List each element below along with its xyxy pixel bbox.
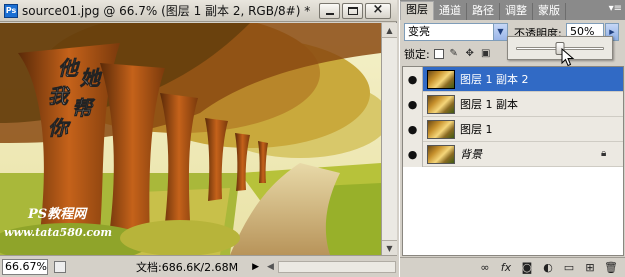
layer-row[interactable]: ● 图层 1 副本 (403, 91, 623, 117)
minimize-icon (326, 13, 334, 15)
link-icon[interactable]: ∞ (476, 260, 494, 276)
layer-row[interactable]: ● 图层 1 副本 2 (403, 66, 623, 92)
tab-layers[interactable]: 图层 (400, 1, 434, 20)
layer-thumbnail (427, 69, 455, 89)
maximize-icon (348, 7, 358, 15)
calligraphy-char: 我 (48, 84, 71, 108)
image-canvas[interactable]: 他 她 我 帮 你 PS教程网 www.tata580.com (0, 23, 381, 255)
eye-icon[interactable]: ● (403, 66, 423, 92)
zoom-level-field[interactable]: 66.67% (2, 258, 48, 275)
tab-channels[interactable]: 通道 (434, 3, 467, 20)
scroll-up-icon[interactable]: ▲ (382, 23, 397, 38)
calligraphy-char: 他 (58, 56, 81, 80)
calligraphy-char: 你 (48, 116, 71, 140)
lock-all-icon[interactable]: ▣ (480, 48, 492, 60)
blend-mode-select[interactable]: 变亮 ▼ (404, 23, 508, 41)
maximize-button[interactable] (342, 3, 363, 19)
close-button[interactable]: × (365, 2, 391, 19)
panel-menu-icon[interactable]: ▾≡ (609, 3, 622, 14)
lock-brush-icon[interactable]: ✎ (448, 48, 460, 60)
new-layer-icon[interactable]: ⊞ (581, 260, 599, 276)
group-icon[interactable]: ▭ (560, 260, 578, 276)
opacity-slider-popup (507, 36, 613, 60)
document-title-bar[interactable]: Ps source01.jpg @ 66.7% (图层 1 副本 2, RGB/… (0, 0, 397, 22)
layer-name: 图层 1 副本 2 (460, 73, 529, 86)
eye-icon[interactable]: ● (403, 91, 423, 117)
eye-icon[interactable]: ● (403, 141, 423, 167)
document-title: source01.jpg @ 66.7% (图层 1 副本 2, RGB/8#)… (22, 4, 311, 18)
lock-icon: 🔒︎ (601, 148, 607, 159)
lock-transparency-icon[interactable] (433, 49, 444, 59)
lock-move-icon[interactable]: ✥ (464, 48, 476, 60)
layer-thumbnail (427, 119, 455, 139)
calligraphy-char: 她 (80, 66, 103, 90)
watermark-title: PS教程网 (27, 206, 88, 222)
photoshop-logo-icon: Ps (4, 3, 18, 18)
layer-name: 图层 1 (460, 123, 493, 136)
close-icon: × (372, 2, 384, 17)
blend-mode-value: 变亮 (408, 25, 430, 38)
chevron-down-icon[interactable]: ▼ (493, 24, 507, 40)
minimize-button[interactable] (319, 3, 340, 19)
layer-row[interactable]: ● 图层 1 (403, 116, 623, 142)
panel-footer: ∞ fx ◙ ◐ ▭ ⊞ 🗑︎ (400, 257, 625, 277)
vertical-scrollbar[interactable]: ▲ ▼ (381, 23, 397, 255)
layers-list: ● 图层 1 副本 2 ● 图层 1 副本 ● 图层 1 ● 背景 🔒︎ (402, 66, 624, 256)
status-bar: 66.67% 文档:686.6K/2.68M ▶ ◀ (0, 255, 397, 277)
panel-tab-bar: 图层 通道 路径 调整 蒙版 ▾≡ (400, 0, 625, 20)
tab-paths[interactable]: 路径 (467, 3, 500, 20)
layer-name: 图层 1 副本 (460, 98, 518, 111)
layer-thumbnail (427, 144, 455, 164)
status-info-icon[interactable] (54, 260, 66, 273)
tree-lined-path-photo: 他 她 我 帮 你 PS教程网 www.tata580.com (0, 23, 381, 255)
eye-icon[interactable]: ● (403, 116, 423, 142)
fx-icon[interactable]: fx (497, 260, 515, 276)
status-menu-arrow-icon[interactable]: ▶ (252, 262, 259, 272)
document-window: Ps source01.jpg @ 66.7% (图层 1 副本 2, RGB/… (0, 0, 397, 277)
layer-name: 背景 (460, 148, 482, 161)
scroll-down-icon[interactable]: ▼ (382, 240, 397, 255)
trash-icon[interactable]: 🗑︎ (602, 260, 620, 276)
lock-label: 锁定: (404, 48, 430, 61)
scroll-left-icon[interactable]: ◀ (267, 262, 274, 272)
layer-row[interactable]: ● 背景 🔒︎ (403, 141, 623, 167)
tab-masks[interactable]: 蒙版 (533, 3, 566, 20)
watermark-url: www.tata580.com (4, 226, 112, 239)
mouse-cursor-icon (561, 48, 575, 67)
mask-icon[interactable]: ◙ (518, 260, 536, 276)
tab-adjustments[interactable]: 调整 (500, 3, 533, 20)
document-size: 文档:686.6K/2.68M (136, 260, 239, 274)
adjustment-icon[interactable]: ◐ (539, 260, 557, 276)
horizontal-scrollbar[interactable] (277, 260, 396, 273)
layer-thumbnail (427, 94, 455, 114)
